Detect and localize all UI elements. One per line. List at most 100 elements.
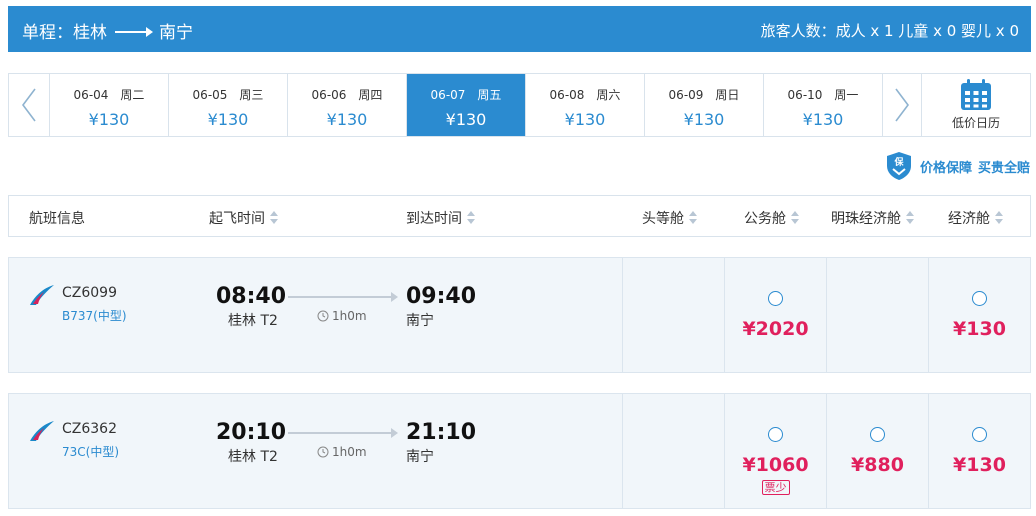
date-price: ¥130 [326, 110, 368, 129]
shield-icon: 保 [886, 152, 911, 180]
chevron-right-icon [895, 88, 909, 122]
economy-price[interactable]: ¥130 [929, 318, 1030, 340]
duration-text: 1h0m [332, 445, 367, 459]
col-depart-label: 起飞时间 [209, 211, 265, 227]
next-dates-button[interactable] [882, 74, 922, 136]
date-tab[interactable]: 06-04 周二 ¥130 [49, 74, 168, 136]
date-label: 06-04 [73, 88, 109, 102]
weekday-label: 周六 [596, 88, 621, 102]
guarantee-text: 价格保障 [919, 160, 972, 176]
col-depart-time[interactable]: 起飞时间 [209, 208, 279, 228]
col-arrive-time[interactable]: 到达时间 [406, 208, 476, 228]
business-price[interactable]: ¥1060 [725, 454, 826, 476]
chevron-left-icon [22, 88, 36, 122]
flight-row: CZ6099 B737(中型) 08:40 桂林 T2 1h0m 09:40 南… [8, 257, 1031, 373]
pearl-economy-cell: ¥880 [826, 394, 928, 508]
arrival-time: 09:40 [406, 284, 477, 309]
sort-icon [270, 211, 279, 225]
col-flight-label: 航班信息 [29, 211, 85, 227]
low-price-calendar-button[interactable]: 低价日历 [922, 74, 1030, 136]
date-price: ¥130 [88, 110, 130, 129]
pearl-price[interactable]: ¥880 [827, 454, 928, 476]
date-label: 06-05 [192, 88, 228, 102]
date-label: 06-06 [311, 88, 347, 102]
first-class-cell [622, 394, 724, 508]
sort-icon [995, 211, 1004, 225]
economy-cell: ¥130 [928, 258, 1030, 372]
departure-time: 08:40 [216, 284, 287, 309]
business-select-radio[interactable] [768, 291, 783, 306]
route-line [288, 428, 398, 438]
date-tab[interactable]: 06-08 周六 ¥130 [525, 74, 644, 136]
price-guarantee[interactable]: 保 价格保障 买贵全赔 [886, 151, 1030, 181]
economy-select-radio[interactable] [972, 291, 987, 306]
date-price: ¥130 [445, 110, 487, 129]
business-class-cell: ¥2020 [724, 258, 826, 372]
pearl-select-radio[interactable] [870, 427, 885, 442]
sort-icon [689, 211, 698, 225]
weekday-label: 周三 [239, 88, 264, 102]
economy-select-radio[interactable] [972, 427, 987, 442]
weekday-label: 周二 [120, 88, 145, 102]
prev-dates-button[interactable] [9, 74, 49, 136]
date-price: ¥130 [564, 110, 606, 129]
business-select-radio[interactable] [768, 427, 783, 442]
aircraft-type[interactable]: 73C(中型) [62, 443, 119, 460]
date-tab[interactable]: 06-06 周四 ¥130 [287, 74, 406, 136]
weekday-label: 周日 [715, 88, 740, 102]
col-flight-info: 航班信息 [29, 208, 85, 228]
aircraft-type[interactable]: B737(中型) [62, 307, 127, 324]
sort-icon [791, 211, 800, 225]
clock-icon [317, 446, 329, 458]
first-class-cell [622, 258, 724, 372]
date-tab[interactable]: 06-09 周日 ¥130 [644, 74, 763, 136]
flight-table-header: 航班信息 起飞时间 到达时间 头等舱 公务舱 明珠经济舱 经济舱 [8, 195, 1031, 237]
departure-time: 20:10 [216, 420, 287, 445]
airline-logo-icon [30, 421, 54, 441]
col-economy-label: 经济舱 [948, 211, 990, 227]
departure-airport: 桂林 T2 [228, 313, 278, 329]
flight-row: CZ6362 73C(中型) 20:10 桂林 T2 1h0m 21:10 南宁… [8, 393, 1031, 509]
weekday-label: 周四 [358, 88, 383, 102]
arrival-airport: 南宁 [406, 313, 434, 329]
col-arrive-label: 到达时间 [406, 211, 462, 227]
calendar-icon [961, 79, 991, 110]
sort-icon [467, 211, 476, 225]
col-first-class[interactable]: 头等舱 [642, 208, 698, 228]
date-price: ¥130 [207, 110, 249, 129]
date-tab[interactable]: 06-10 周一 ¥130 [763, 74, 882, 136]
date-price: ¥130 [802, 110, 844, 129]
date-tab-selected[interactable]: 06-07 周五 ¥130 [406, 74, 525, 136]
route-line [288, 292, 398, 302]
arrival-airport: 南宁 [406, 449, 434, 465]
low-stock-badge: 票少 [761, 480, 790, 495]
route-header: 单程： 桂林 南宁 旅客人数：成人 x 1 儿童 x 0 婴儿 x 0 [8, 6, 1031, 52]
passenger-count: 旅客人数：成人 x 1 儿童 x 0 婴儿 x 0 [760, 22, 1019, 40]
date-price: ¥130 [683, 110, 725, 129]
business-price[interactable]: ¥2020 [725, 318, 826, 340]
col-first-label: 头等舱 [642, 211, 684, 227]
date-selector: 06-04 周二 ¥130 06-05 周三 ¥130 06-06 周四 ¥130 0… [8, 73, 1031, 137]
route-title: 单程： 桂林 南宁 [22, 18, 193, 43]
col-pearl-label: 明珠经济舱 [831, 211, 901, 227]
economy-price[interactable]: ¥130 [929, 454, 1030, 476]
date-label: 06-08 [549, 88, 585, 102]
date-tab[interactable]: 06-05 周三 ¥130 [168, 74, 287, 136]
flight-duration: 1h0m [317, 309, 367, 323]
col-economy[interactable]: 经济舱 [948, 208, 1004, 228]
arrival-time: 21:10 [406, 420, 477, 445]
date-label: 06-07 [430, 88, 466, 102]
flight-duration: 1h0m [317, 445, 367, 459]
origin-city: 桂林 [73, 23, 107, 43]
weekday-label: 周五 [477, 88, 502, 102]
clock-icon [317, 310, 329, 322]
airline-logo-icon [30, 285, 54, 305]
date-label: 06-09 [668, 88, 704, 102]
destination-city: 南宁 [159, 23, 193, 43]
col-business-class[interactable]: 公务舱 [744, 208, 800, 228]
col-pearl-economy[interactable]: 明珠经济舱 [831, 208, 915, 228]
economy-cell: ¥130 [928, 394, 1030, 508]
pearl-economy-cell [826, 258, 928, 372]
guarantee-badge: 保 [893, 156, 904, 168]
flight-number: CZ6099 [62, 285, 117, 301]
